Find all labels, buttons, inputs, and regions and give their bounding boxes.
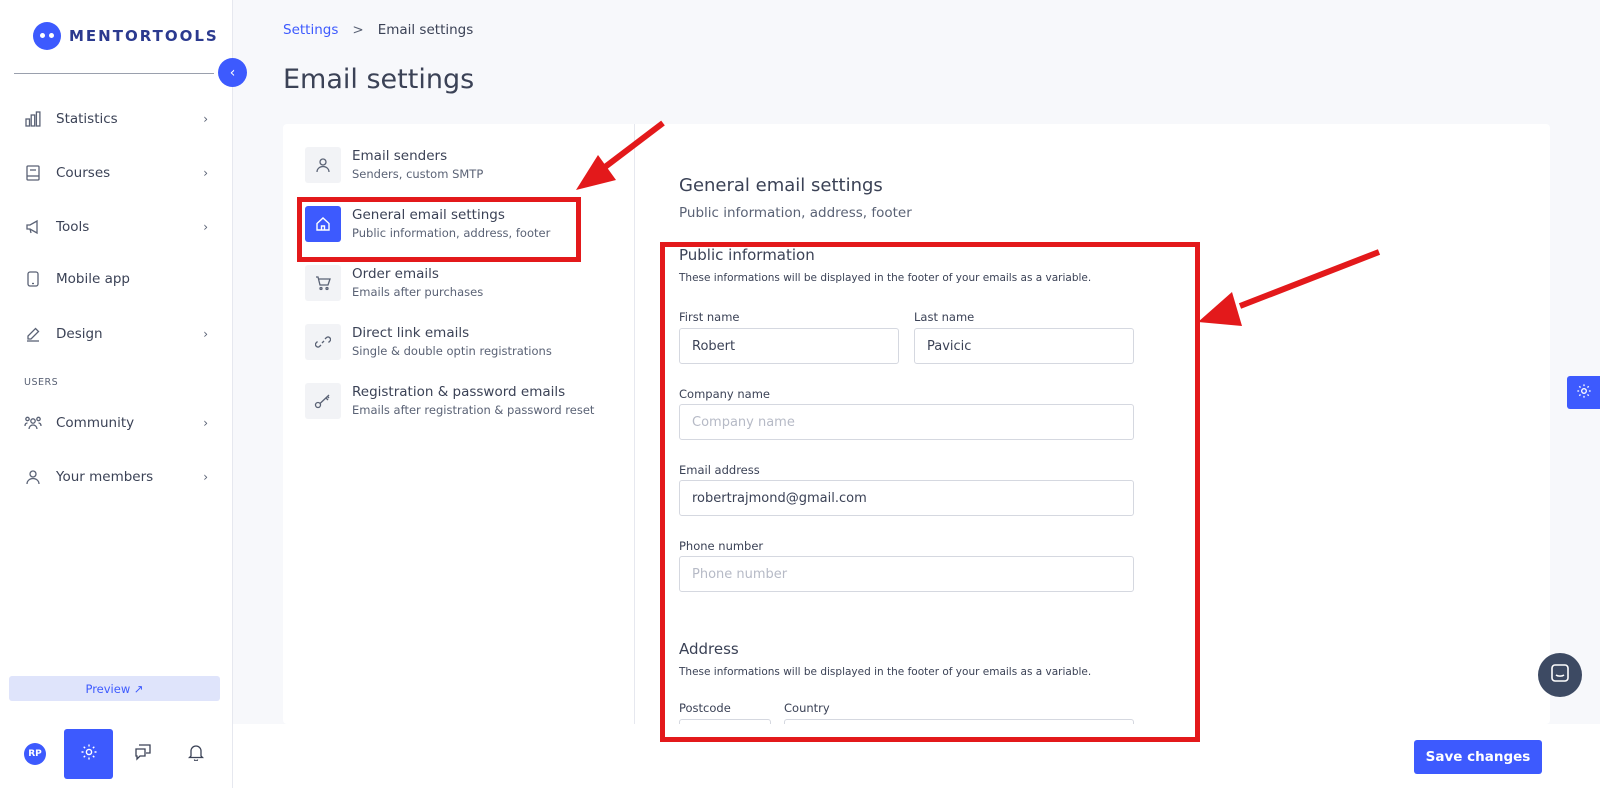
users-section-label: USERS [24, 377, 59, 388]
preview-button[interactable]: Preview ↗ [9, 676, 220, 701]
user-icon [305, 147, 341, 183]
menu-item-title: General email settings [352, 207, 505, 223]
brand-logo[interactable]: MENTORTOOLS [33, 22, 219, 50]
breadcrumb-settings-link[interactable]: Settings [283, 22, 338, 38]
chevron-right-icon: › [203, 327, 208, 341]
menu-item-order-emails[interactable]: Order emails Emails after purchases [305, 265, 595, 305]
sidebar-item-statistics[interactable]: Statistics › [22, 104, 208, 134]
sidebar-item-label: Tools [56, 219, 90, 235]
book-icon [22, 162, 44, 184]
sidebar-item-your-members[interactable]: Your members › [22, 462, 208, 492]
bell-icon [187, 743, 204, 765]
cart-icon [305, 265, 341, 301]
menu-item-subtitle: Emails after purchases [352, 285, 484, 299]
country-label: Country [784, 701, 830, 715]
address-title: Address [679, 640, 739, 658]
brand-name: MENTORTOOLS [69, 27, 219, 45]
company-name-label: Company name [679, 387, 770, 401]
sidebar: MENTORTOOLS Statistics › Courses › Tools… [0, 0, 233, 788]
sidebar-item-label: Your members [56, 469, 154, 485]
menu-item-title: Direct link emails [352, 325, 470, 341]
chevron-right-icon: › [203, 470, 208, 484]
save-changes-button[interactable]: Save changes [1414, 740, 1542, 774]
email-address-label: Email address [679, 463, 760, 477]
chevron-right-icon: › [203, 166, 208, 180]
card-divider [634, 124, 635, 724]
sidebar-item-label: Statistics [56, 111, 118, 127]
address-subtitle: These informations will be displayed in … [679, 666, 1092, 678]
link-icon [305, 324, 341, 360]
floating-settings-button[interactable] [1567, 376, 1600, 409]
sidebar-item-label: Design [56, 326, 103, 342]
settings-button[interactable] [64, 729, 113, 779]
first-name-label: First name [679, 310, 740, 324]
breadcrumb-separator: > [352, 22, 364, 38]
sidebar-item-label: Mobile app [56, 271, 130, 287]
company-name-input[interactable] [679, 404, 1134, 440]
public-info-subtitle: These informations will be displayed in … [679, 272, 1092, 284]
chevron-right-icon: › [203, 112, 208, 126]
avatar[interactable]: RP [24, 743, 46, 765]
sidebar-item-label: Community [56, 415, 135, 431]
chevron-right-icon: › [203, 220, 208, 234]
gear-icon [80, 743, 98, 765]
people-icon [22, 412, 44, 434]
robot-logo-icon [33, 22, 61, 50]
sidebar-item-label: Courses [56, 165, 111, 181]
page-title: Email settings [283, 64, 475, 95]
last-name-label: Last name [914, 310, 975, 324]
menu-item-subtitle: Senders, custom SMTP [352, 167, 484, 181]
chat-icon [1550, 663, 1570, 687]
sidebar-item-mobile-app[interactable]: Mobile app [22, 264, 208, 294]
sidebar-divider [14, 73, 214, 74]
bar-chart-icon [22, 108, 44, 130]
chat-icon [134, 743, 152, 765]
menu-item-subtitle: Emails after registration & password res… [352, 403, 595, 417]
last-name-input[interactable] [914, 328, 1134, 364]
sidebar-item-design[interactable]: Design › [22, 319, 208, 349]
menu-item-email-senders[interactable]: Email senders Senders, custom SMTP [305, 147, 595, 187]
sidebar-bottom-bar: RP [0, 720, 233, 788]
chevron-right-icon: › [203, 416, 208, 430]
gear-icon [1576, 383, 1592, 403]
home-icon [305, 206, 341, 242]
breadcrumb: Settings > Email settings [283, 22, 473, 38]
sidebar-item-courses[interactable]: Courses › [22, 158, 208, 188]
menu-item-general-email-settings[interactable]: General email settings Public informatio… [305, 206, 595, 246]
sidebar-item-tools[interactable]: Tools › [22, 212, 208, 242]
breadcrumb-current: Email settings [377, 22, 474, 38]
menu-item-subtitle: Public information, address, footer [352, 226, 551, 240]
chevron-left-icon: ‹ [229, 64, 236, 81]
menu-item-title: Order emails [352, 266, 439, 282]
notifications-button[interactable] [171, 729, 220, 779]
menu-item-registration-password-emails[interactable]: Registration & password emails Emails af… [305, 383, 595, 423]
phone-number-input[interactable] [679, 556, 1134, 592]
pencil-icon [22, 323, 44, 345]
key-icon [305, 383, 341, 419]
collapse-sidebar-button[interactable]: ‹ [218, 58, 247, 87]
sidebar-item-community[interactable]: Community › [22, 408, 208, 438]
phone-icon [22, 268, 44, 290]
first-name-input[interactable] [679, 328, 899, 364]
footer-bar [233, 724, 1600, 788]
settings-card: Email senders Senders, custom SMTP Gener… [283, 124, 1550, 755]
menu-item-direct-link-emails[interactable]: Direct link emails Single & double optin… [305, 324, 595, 364]
chat-widget-button[interactable] [1538, 653, 1582, 697]
section-subtitle: Public information, address, footer [679, 205, 912, 221]
postcode-label: Postcode [679, 701, 731, 715]
menu-item-title: Email senders [352, 148, 448, 164]
messages-button[interactable] [118, 729, 167, 779]
megaphone-icon [22, 216, 44, 238]
menu-item-title: Registration & password emails [352, 384, 566, 400]
menu-item-subtitle: Single & double optin registrations [352, 344, 552, 358]
email-address-input[interactable] [679, 480, 1134, 516]
public-info-title: Public information [679, 246, 815, 264]
section-title: General email settings [679, 175, 883, 196]
phone-number-label: Phone number [679, 539, 764, 553]
user-icon [22, 466, 44, 488]
